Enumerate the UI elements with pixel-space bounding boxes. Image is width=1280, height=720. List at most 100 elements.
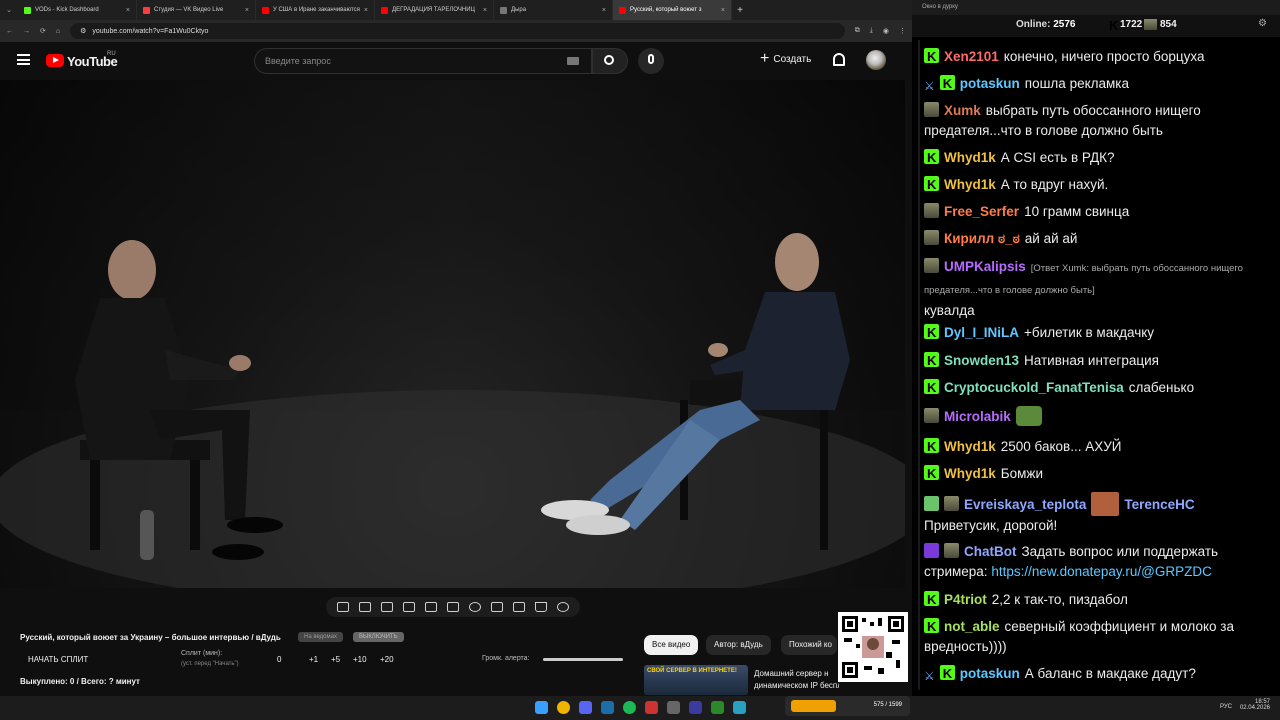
reload-icon[interactable]: ⟳ [40,27,46,35]
discord-icon[interactable] [579,701,592,714]
chat-text: 2,2 к так-то, пиздабол [991,592,1128,607]
flask-icon[interactable] [535,602,547,612]
create-button[interactable]: + Создать [760,51,811,67]
split-plus20-button[interactable]: +20 [380,655,394,664]
app-icon-blue[interactable] [689,701,702,714]
tab-youtube-3[interactable]: У США в Иране заканчиваются × [256,0,375,20]
chat-nick[interactable]: Microlabik [944,409,1011,424]
donate-link[interactable]: https://new.donatepay.ru/@GRPZDC [991,564,1212,579]
youtube-header: YouTube RU Введите запрос + Создать [0,42,905,80]
steam-icon[interactable] [601,701,614,714]
voice-search-button[interactable] [638,48,664,74]
bell-icon[interactable] [833,53,845,66]
chat-nick[interactable]: Dyl_I_INiLA [944,325,1019,340]
tab-5[interactable]: Дырa × [494,0,613,20]
close-icon[interactable]: × [602,7,606,14]
download-icon[interactable]: ⤓ [870,27,873,35]
settings-gear-icon[interactable] [557,602,569,612]
chat-nick[interactable]: potaskun [960,666,1020,681]
chat-message: Whyd1k Бомжи [924,464,1268,484]
add-icon[interactable] [491,602,503,612]
keyboard-icon[interactable] [567,57,579,65]
tab-search-icon[interactable]: ⌄ [0,0,18,20]
tab-youtube-4[interactable]: ДЕГРАДАЦИЯ ТАРЕЛОЧНИЦ × [375,0,494,20]
chat-scrollbar[interactable] [918,40,920,690]
volume-slider[interactable] [543,658,623,661]
split-plus1-button[interactable]: +1 [309,655,318,664]
app-icon-red[interactable] [645,701,658,714]
broadcast-icon[interactable] [359,602,371,612]
close-icon[interactable]: × [483,7,487,14]
chip-author[interactable]: Автор: вДудь [706,635,771,655]
chat-nick[interactable]: Кирилл ಠ_ಠ [944,231,1020,246]
spotify-icon[interactable] [623,701,636,714]
close-icon[interactable]: × [126,7,130,14]
start-menu-icon[interactable] [535,701,548,714]
split-value-0[interactable]: 0 [277,655,281,664]
chat-nick[interactable]: Xumk [944,103,981,118]
app-icon-gray[interactable] [667,701,680,714]
loop-icon[interactable] [337,602,349,612]
language-indicator[interactable]: РУС [1220,704,1232,710]
close-icon[interactable]: × [245,7,249,14]
chat-nick[interactable]: Whyd1k [944,466,996,481]
app-icon-green[interactable] [711,701,724,714]
telegram-icon[interactable] [733,701,746,714]
clock[interactable]: 18:57 02.04.2026 [1236,699,1270,711]
chat-nick[interactable]: Whyd1k [944,150,996,165]
speed-icon[interactable] [469,602,481,612]
chat-nick[interactable]: ChatBot [964,544,1017,559]
film-icon[interactable] [447,602,459,612]
chat-nick[interactable]: potaskun [960,76,1020,91]
chat-nick[interactable]: Cryptocuckold_FanatTenisa [944,380,1124,395]
clapper-icon[interactable] [403,602,415,612]
pip-icon[interactable] [425,602,437,612]
chip-similar[interactable]: Похожий ко [781,635,837,655]
chat-nick[interactable]: Whyd1k [944,439,996,454]
new-tab-button[interactable]: + [732,5,748,16]
recommended-title[interactable]: Домашний сервер н динамическом IP беспла… [754,668,839,692]
camera-icon[interactable] [513,602,525,612]
search-input[interactable]: Введите запрос [254,48,592,74]
chat-nick[interactable]: UMPKalipsis [944,259,1026,274]
youtube-logo-icon[interactable] [46,54,64,67]
chat-nick[interactable]: Evreiskaya_teplota [964,497,1086,512]
split-plus5-button[interactable]: +5 [331,655,340,664]
forward-icon[interactable]: → [23,28,30,35]
chat-nick[interactable]: Whyd1k [944,177,996,192]
avatar[interactable] [866,50,886,70]
site-info-icon[interactable]: ⚙ [80,27,86,35]
menu-icon[interactable]: ⋮ [899,27,906,35]
url-field[interactable]: ⚙ youtube.com/watch?v=Fa1Wu0Cktyo [70,23,845,39]
toggle-pill[interactable]: ВЫКЛЮЧИТЬ [353,632,404,642]
settings-gear-icon[interactable]: ⚙ [1258,18,1267,29]
start-split-button[interactable]: НАЧАТЬ СПЛИТ [28,655,88,664]
chat-text: слабенько [1128,380,1195,395]
chat-nick[interactable]: P4triot [944,592,987,607]
hamburger-icon[interactable] [17,54,30,65]
video-player[interactable] [0,80,905,588]
tab-vk[interactable]: Студия — VK Видео Live × [137,0,256,20]
kick-viewer-count: 1722 [1120,19,1143,30]
stream-overlay-widget[interactable]: 575 / 1599 [785,696,910,716]
tab-kick[interactable]: VODs - Kick Dashboard × [18,0,137,20]
extensions-icon[interactable]: ⧉ [855,27,860,35]
tab-active-youtube[interactable]: Русский, который воюет з × [613,0,732,20]
chat-nick[interactable]: Xen2101 [944,49,999,64]
split-plus10-button[interactable]: +10 [353,655,367,664]
chat-nick[interactable]: Snowden13 [944,353,1019,368]
chat-nick[interactable]: Free_Serfer [944,204,1019,219]
back-icon[interactable]: ← [6,28,13,35]
chrome-icon[interactable] [557,701,570,714]
gift-recipient[interactable]: TerenceHC [1124,497,1194,512]
chat-nick[interactable]: not_able [944,619,1000,634]
home-icon[interactable]: ⌂ [56,28,60,35]
status-pill[interactable]: На ведомах [298,632,343,642]
profile-icon[interactable]: ◉ [883,27,889,35]
chip-all-videos[interactable]: Все видео [644,635,699,655]
recommended-thumbnail[interactable]: СВОЙ СЕРВЕР В ИНТЕРНЕТЕ! [644,665,748,695]
playlist-icon[interactable] [381,602,393,612]
close-icon[interactable]: × [364,7,368,14]
close-icon[interactable]: × [721,7,725,14]
search-button[interactable] [592,48,628,74]
